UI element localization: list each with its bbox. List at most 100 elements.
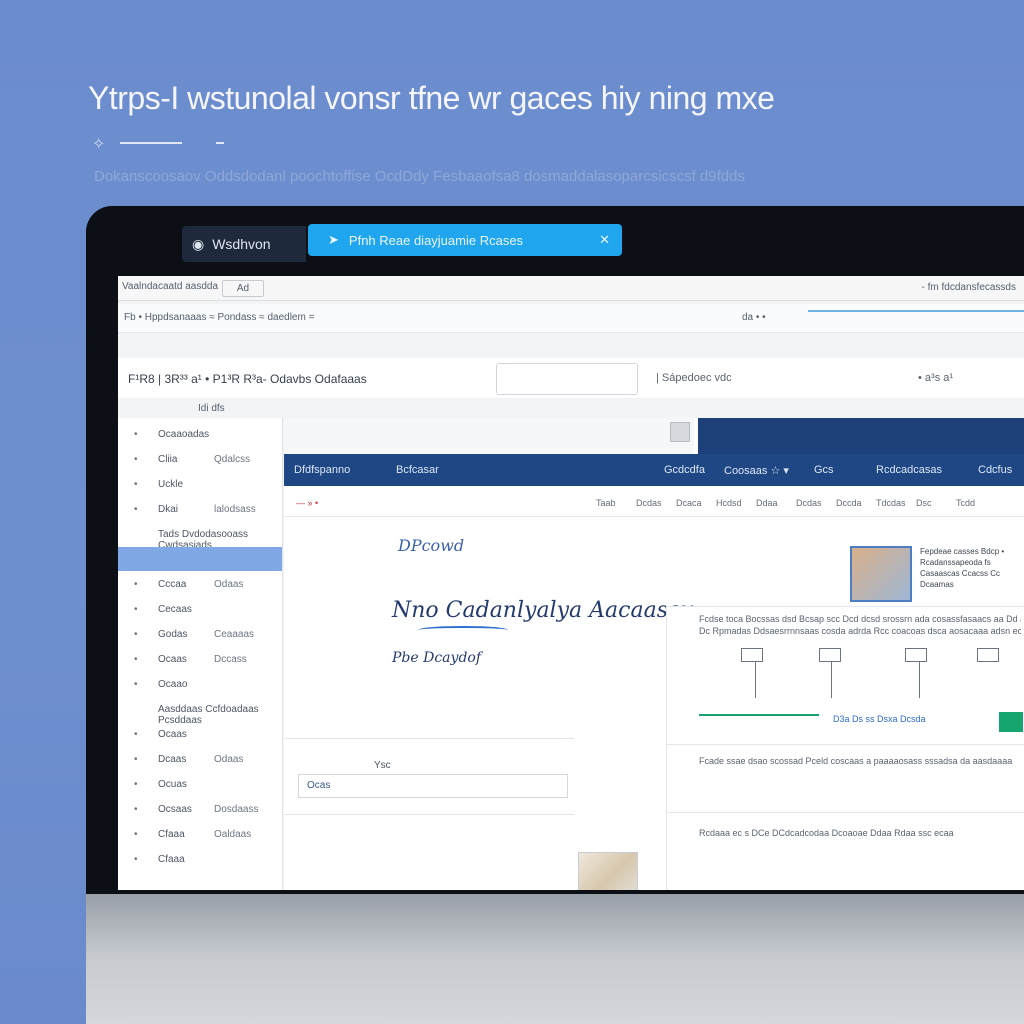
sidebar-item-icon: • bbox=[134, 604, 138, 615]
sidebar-item-icon: • bbox=[134, 854, 138, 865]
navbar: Dfdfspanno Bcfcasar Gcdcdfa Coosaas ☆ ▾ … bbox=[284, 454, 1024, 486]
browser-tab-row: Vaalndacaatd aasdda Ad - fm fdcdansfecas… bbox=[118, 276, 1024, 301]
flow-node[interactable] bbox=[741, 648, 763, 662]
sidebar-item-icon: • bbox=[134, 804, 138, 815]
sidebar-item-icon: • bbox=[134, 504, 138, 515]
thumbnail-image[interactable] bbox=[850, 546, 912, 602]
nav-item-home[interactable]: Dfdfspanno bbox=[294, 464, 350, 476]
sidebar-item[interactable]: • Cccaa Odaas bbox=[118, 572, 282, 596]
sidebar-item[interactable]: • Ocaao bbox=[118, 672, 282, 696]
flow-node[interactable] bbox=[905, 648, 927, 662]
nav-item-2[interactable]: Coosaas ☆ ▾ bbox=[724, 464, 789, 477]
search-text: Pfnh Reae diayjuamie Rcases bbox=[348, 232, 524, 248]
hero-title: Ytrps-I wstunolal vonsr tfne wr gaces hi… bbox=[88, 80, 775, 116]
signature-sub: Pbe Dcaydof bbox=[392, 650, 482, 666]
sidebar-item[interactable]: • Ocsaas Dosdaass bbox=[118, 797, 282, 821]
nav-item-section[interactable]: Bcfcasar bbox=[396, 464, 439, 476]
column-header[interactable]: Dsc bbox=[916, 498, 932, 508]
sidebar-item[interactable]: • Cfaaa Oaldaas bbox=[118, 822, 282, 846]
expand-icon[interactable] bbox=[670, 422, 690, 442]
sidebar-item[interactable]: • Dcaas Odaas bbox=[118, 747, 282, 771]
column-header[interactable]: Tdcdas bbox=[876, 498, 906, 508]
sidebar-item[interactable]: • Cfaaa bbox=[118, 847, 282, 871]
main-panel: Dfdfspanno Bcfcasar Gcdcdfa Coosaas ☆ ▾ … bbox=[284, 418, 1024, 890]
signature-main-text: Nno Cadanlyalya Aacaasov bbox=[392, 598, 694, 623]
sidebar-item-icon: • bbox=[134, 679, 138, 690]
nav-item-5[interactable]: Cdcfus bbox=[978, 464, 1012, 476]
signature-main: Nno Cadanlyalya Aacaasov bbox=[392, 598, 694, 628]
sidebar-item-label: Cccaa bbox=[158, 579, 187, 590]
sidebar-item-label: Uckle bbox=[158, 479, 184, 490]
column-header[interactable]: Dcdas bbox=[796, 498, 822, 508]
pagination[interactable]: • a³s a¹ bbox=[918, 372, 953, 384]
sidebar-item[interactable]: • Dkai lalodsass bbox=[118, 497, 282, 521]
column-header[interactable]: Dcdas bbox=[636, 498, 662, 508]
browser-right-tools[interactable]: - fm fdcdansfecassds bbox=[922, 282, 1016, 293]
sidebar-item[interactable]: • Cecaas bbox=[118, 597, 282, 621]
record-search-input[interactable]: Ocas bbox=[298, 774, 568, 798]
filter-view-option[interactable]: | Sápedoec vdc bbox=[656, 372, 732, 384]
column-header[interactable]: Tcdd bbox=[956, 498, 975, 508]
column-header[interactable]: Dccda bbox=[836, 498, 862, 508]
nav-item-1[interactable]: Gcdcdfa bbox=[664, 464, 705, 476]
divider bbox=[284, 814, 574, 815]
laptop-base bbox=[86, 894, 1024, 1024]
detail-line-3: Fcade ssae dsao scossad Pceld coscaas a … bbox=[699, 756, 1013, 766]
sidebar-item[interactable]: • Godas Ceaaaas bbox=[118, 622, 282, 646]
tab-mini[interactable]: Ad bbox=[222, 280, 264, 297]
sidebar-item[interactable]: • Ocuas bbox=[118, 772, 282, 796]
app-label: Wsdhvon bbox=[212, 236, 271, 252]
browser-tab[interactable]: Vaalndacaatd aasdda bbox=[122, 281, 218, 292]
sidebar-item-label: Cliia bbox=[158, 454, 178, 465]
flow-node[interactable] bbox=[977, 648, 999, 662]
flow-connector bbox=[755, 662, 756, 698]
panel-header-accent bbox=[698, 418, 1024, 454]
sidebar-item-label: Cfaaa bbox=[158, 854, 185, 865]
sidebar-item-icon: • bbox=[134, 829, 138, 840]
status-bar bbox=[699, 714, 819, 716]
breadcrumb: Idi dfs bbox=[118, 400, 278, 418]
column-header[interactable]: Hcdsd bbox=[716, 498, 742, 508]
search-close-icon[interactable]: ✕ bbox=[599, 232, 610, 248]
sidebar-item-meta: lalodsass bbox=[214, 504, 256, 515]
detail-line-4: Rcdaaa ec s DCe DCdcadcodaa Dcoaoae Ddaa… bbox=[699, 828, 954, 838]
column-header[interactable]: Taab bbox=[596, 498, 616, 508]
toolbar-actions[interactable]: Fb • Hppdsanaaas ≈ Pondass ≈ daedlem = bbox=[124, 312, 314, 323]
nav-item-3[interactable]: Gcs bbox=[814, 464, 834, 476]
hero-divider bbox=[120, 142, 182, 144]
sidebar-item[interactable]: • Uckle bbox=[118, 472, 282, 496]
sidebar-item[interactable]: • Ocaas Dccass bbox=[118, 647, 282, 671]
panel-header bbox=[284, 418, 694, 455]
flow-node[interactable] bbox=[819, 648, 841, 662]
app-switcher[interactable]: ◉ Wsdhvon bbox=[182, 226, 306, 262]
column-header[interactable]: Dcaca bbox=[676, 498, 702, 508]
column-header-row: — » • Taab Dcdas Dcaca Hcdsd Ddaa Dcdas Dccda T… bbox=[284, 490, 1024, 517]
filter-label: F¹R8 | 3R³³ a¹ • P1³R R³a- Odavbs Odafaa… bbox=[128, 372, 367, 386]
app-screen: Vaalndacaatd aasdda Ad - fm fdcdansfecas… bbox=[118, 276, 1024, 890]
toolbar-right-actions[interactable]: da • • bbox=[742, 312, 766, 323]
sidebar-item[interactable]: • Ocaaoadas bbox=[118, 422, 282, 446]
sidebar-item-label: Ocaao bbox=[158, 679, 188, 690]
global-search-bar[interactable]: ➤ Pfnh Reae diayjuamie Rcases ✕ bbox=[308, 224, 622, 256]
filter-input[interactable] bbox=[496, 363, 638, 395]
sidebar-item-icon: • bbox=[134, 479, 138, 490]
detail-link[interactable]: D3a Ds ss Dsxa Dcsda bbox=[833, 714, 926, 724]
sidebar-item[interactable] bbox=[118, 547, 282, 571]
sidebar-item-meta: Dccass bbox=[214, 654, 247, 665]
sidebar-item[interactable]: Tads Dvdodasooass Cwdsasiads bbox=[118, 522, 282, 551]
sidebar-item[interactable]: • Ocaas bbox=[118, 722, 282, 746]
sidebar-item-label: Dkai bbox=[158, 504, 179, 515]
kitchen-image[interactable] bbox=[578, 852, 638, 890]
flow-connector bbox=[831, 662, 832, 698]
sidebar-item-icon: • bbox=[134, 454, 138, 465]
column-header[interactable]: Ddaa bbox=[756, 498, 778, 508]
signature-underline bbox=[418, 626, 508, 634]
nav-item-4[interactable]: Rcdcadcasas bbox=[876, 464, 942, 476]
sidebar-item[interactable]: Aasddaas Ccfdoadaas Pcsddaas bbox=[118, 697, 282, 726]
divider bbox=[284, 738, 574, 739]
status-badge[interactable] bbox=[999, 712, 1023, 732]
thumbnail-caption: Fepdeae casses Bdcp • Rcadanssapeoda fs … bbox=[920, 547, 1005, 589]
edit-row-controls[interactable]: — » • bbox=[296, 498, 318, 508]
sidebar-item[interactable]: • Cliia Qdalcss bbox=[118, 447, 282, 471]
breadcrumb-text[interactable]: Idi dfs bbox=[198, 403, 225, 414]
